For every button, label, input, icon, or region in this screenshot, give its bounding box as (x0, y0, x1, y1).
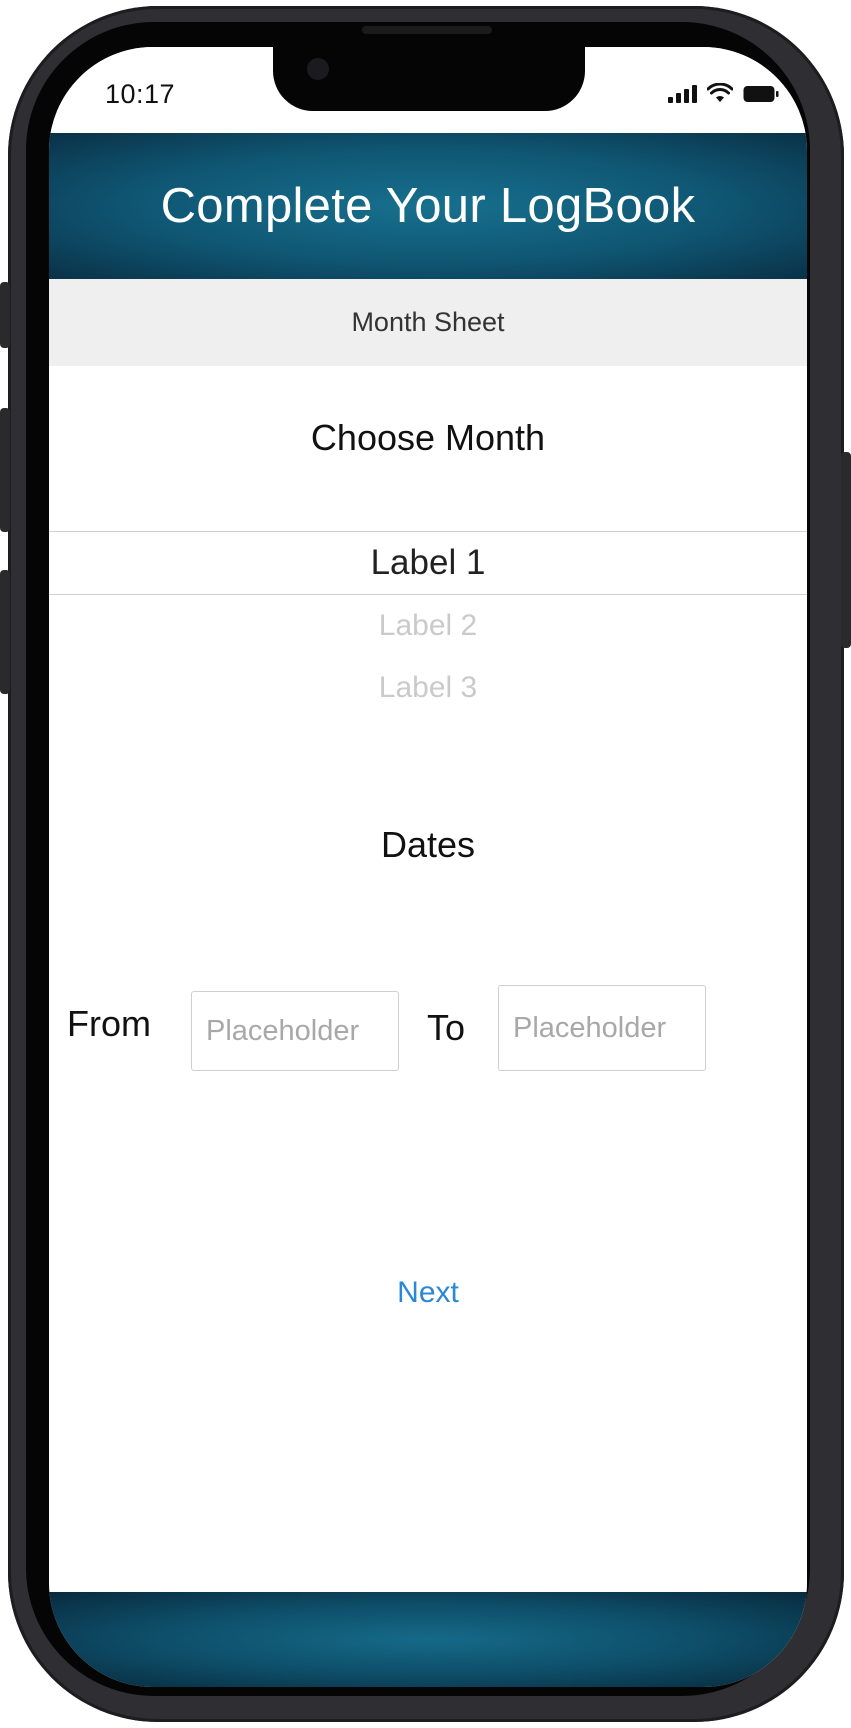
date-range-row: From To (49, 985, 807, 1075)
subheader-label: Month Sheet (351, 307, 505, 337)
notch (273, 47, 585, 111)
app-footer (49, 1592, 807, 1687)
picker-option[interactable]: Label 3 (49, 657, 807, 719)
status-bar: 10:17 (49, 47, 807, 133)
mute-switch (0, 282, 10, 348)
power-button (841, 452, 851, 648)
phone-screen: 10:17 Complete Your LogBook Month Sheet … (49, 47, 807, 1687)
status-time: 10:17 (105, 79, 176, 109)
app-header: Complete Your LogBook (49, 133, 807, 279)
from-date-input[interactable] (191, 991, 399, 1071)
month-picker[interactable]: Label 1 Label 2 Label 3 (49, 531, 807, 719)
volume-down-button (0, 570, 10, 694)
status-icons (668, 83, 779, 103)
signal-icon (668, 85, 697, 103)
to-date-input[interactable] (498, 985, 706, 1071)
choose-month-label: Choose Month (310, 417, 546, 458)
from-label: From (67, 1003, 151, 1044)
next-button[interactable]: Next (49, 1275, 807, 1311)
dates-label: Dates (380, 824, 476, 865)
battery-icon (743, 85, 779, 103)
wifi-icon (707, 83, 733, 103)
page-title: Complete Your LogBook (160, 179, 696, 233)
earpiece-speaker (362, 26, 492, 34)
picker-selected-item[interactable]: Label 1 (49, 531, 807, 595)
picker-option[interactable]: Label 2 (49, 595, 807, 657)
volume-up-button (0, 408, 10, 532)
to-label: To (427, 1007, 466, 1048)
section-tab-month-sheet: Month Sheet (49, 279, 807, 366)
front-camera (307, 58, 329, 80)
